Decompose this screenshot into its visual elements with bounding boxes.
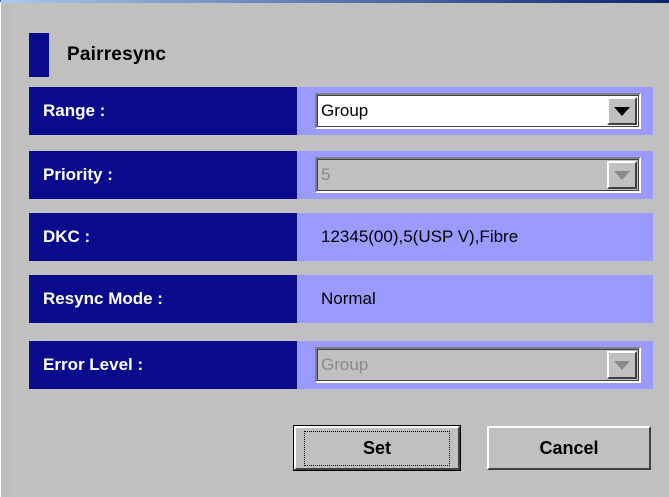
priority-label: Priority : xyxy=(29,151,297,199)
error-level-label: Error Level : xyxy=(29,341,297,389)
chevron-down-icon xyxy=(614,106,630,116)
range-select-value: Group xyxy=(321,101,369,120)
priority-value-cell: 5 xyxy=(297,151,653,199)
dkc-value-cell: 12345(00),5(USP V),Fibre xyxy=(297,213,653,261)
error-level-row: Error Level : Group xyxy=(29,341,653,389)
error-level-select-value: Group xyxy=(321,355,369,374)
chevron-down-icon xyxy=(614,170,630,180)
set-button-label: Set xyxy=(304,430,450,466)
priority-dropdown-button xyxy=(607,161,637,189)
error-level-select: Group xyxy=(315,347,641,383)
resync-mode-value-cell: Normal xyxy=(297,275,653,323)
chevron-down-icon xyxy=(614,360,630,370)
error-level-value-cell: Group xyxy=(297,341,653,389)
resync-mode-label: Resync Mode : xyxy=(29,275,297,323)
range-dropdown-button[interactable] xyxy=(607,97,637,125)
dkc-value: 12345(00),5(USP V),Fibre xyxy=(321,227,519,246)
window-edge xyxy=(1,3,11,497)
range-row: Range : Group xyxy=(29,87,653,135)
pairresync-dialog: Pairresync Range : Group Priority : 5 DK… xyxy=(0,0,669,497)
priority-row: Priority : 5 xyxy=(29,151,653,199)
dialog-header: Pairresync xyxy=(29,33,166,77)
priority-select-value: 5 xyxy=(321,165,331,184)
dkc-row: DKC : 12345(00),5(USP V),Fibre xyxy=(29,213,653,261)
priority-select: 5 xyxy=(315,157,641,193)
dkc-label: DKC : xyxy=(29,213,297,261)
dialog-title: Pairresync xyxy=(67,44,167,65)
cancel-button-label: Cancel xyxy=(539,437,599,458)
resync-mode-value: Normal xyxy=(321,289,376,308)
range-select[interactable]: Group xyxy=(315,93,641,129)
set-button[interactable]: Set xyxy=(293,425,461,471)
range-value-cell: Group xyxy=(297,87,653,135)
section-marker-icon xyxy=(29,33,49,77)
error-level-dropdown-button xyxy=(607,351,637,379)
cancel-button[interactable]: Cancel xyxy=(487,426,651,470)
range-label: Range : xyxy=(29,87,297,135)
resync-mode-row: Resync Mode : Normal xyxy=(29,275,653,323)
